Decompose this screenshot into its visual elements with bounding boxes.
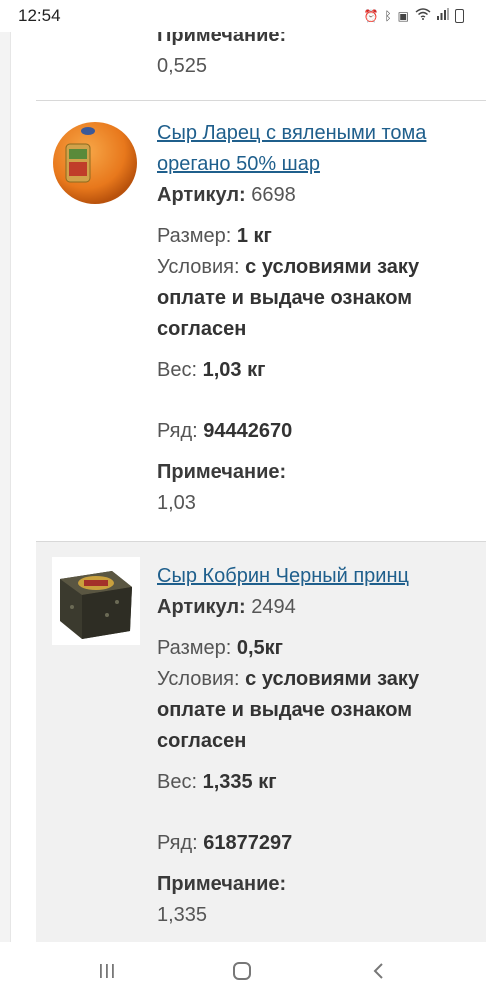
product-title-link[interactable]: Сыр Ларец с вялеными тома орегано 50% ша…: [157, 118, 486, 180]
product-title-link[interactable]: Сыр Кобрин Черный принц: [157, 561, 486, 592]
conditions-line: Условия: с условиями заку: [157, 668, 420, 690]
product-list[interactable]: Примечание: 0,525 Сыр Ларец с вялеными т…: [36, 0, 486, 942]
back-icon[interactable]: [364, 960, 394, 982]
list-item: Сыр Ларец с вялеными тома орегано 50% ша…: [36, 101, 486, 541]
article-value: 2494: [251, 596, 296, 618]
left-gutter: [0, 0, 11, 942]
conditions-line: Условия: с условиями заку: [157, 256, 420, 278]
status-bar: 12:54 ⏰ ᛒ ▣: [0, 0, 486, 32]
article-value: 6698: [251, 184, 296, 206]
row-value: 94442670: [203, 420, 293, 442]
system-nav-bar: [0, 942, 486, 1000]
nfc-icon: ▣: [397, 8, 409, 23]
recent-apps-icon[interactable]: [92, 960, 122, 982]
note-value: 1,03: [157, 492, 196, 514]
status-icons: ⏰ ᛒ ▣: [363, 8, 464, 23]
product-image[interactable]: [52, 116, 142, 206]
home-icon[interactable]: [227, 960, 257, 982]
size-value: 1 кг: [236, 225, 272, 247]
product-image[interactable]: [52, 557, 140, 645]
size-line: Размер: 1 кг: [157, 225, 272, 247]
note-label: Примечание:: [157, 873, 287, 895]
note-label: Примечание:: [157, 461, 287, 483]
battery-icon: [455, 8, 464, 23]
status-time: 12:54: [18, 6, 61, 25]
article-line: Артикул: 2494: [157, 596, 296, 618]
conditions-value-3: согласен: [157, 318, 247, 340]
weight-value: 1,335 кг: [202, 771, 277, 793]
conditions-value: с условиями заку: [245, 668, 420, 690]
weight-value: 1,03 кг: [202, 359, 266, 381]
row-line: Ряд: 94442670: [157, 420, 293, 442]
size-line: Размер: 0,5кг: [157, 637, 284, 659]
note-value: 1,335: [157, 904, 208, 926]
conditions-value-2: оплате и выдаче ознаком: [157, 287, 413, 309]
signal-icon: [437, 8, 449, 23]
article-line: Артикул: 6698: [157, 184, 296, 206]
list-item: Сыр Кобрин Черный принц Артикул: 2494 Ра…: [36, 542, 486, 942]
note-value: 0,525: [157, 55, 208, 77]
bluetooth-icon: ᛒ: [384, 8, 392, 23]
wifi-icon: [415, 8, 431, 23]
weight-line: Вес: 1,03 кг: [157, 359, 266, 381]
alarm-icon: ⏰: [363, 8, 379, 23]
conditions-value: с условиями заку: [245, 256, 420, 278]
row-value: 61877297: [203, 832, 293, 854]
conditions-value-2: оплате и выдаче ознаком: [157, 699, 413, 721]
weight-line: Вес: 1,335 кг: [157, 771, 277, 793]
row-line: Ряд: 61877297: [157, 832, 293, 854]
conditions-value-3: согласен: [157, 730, 247, 752]
size-value: 0,5кг: [236, 637, 284, 659]
